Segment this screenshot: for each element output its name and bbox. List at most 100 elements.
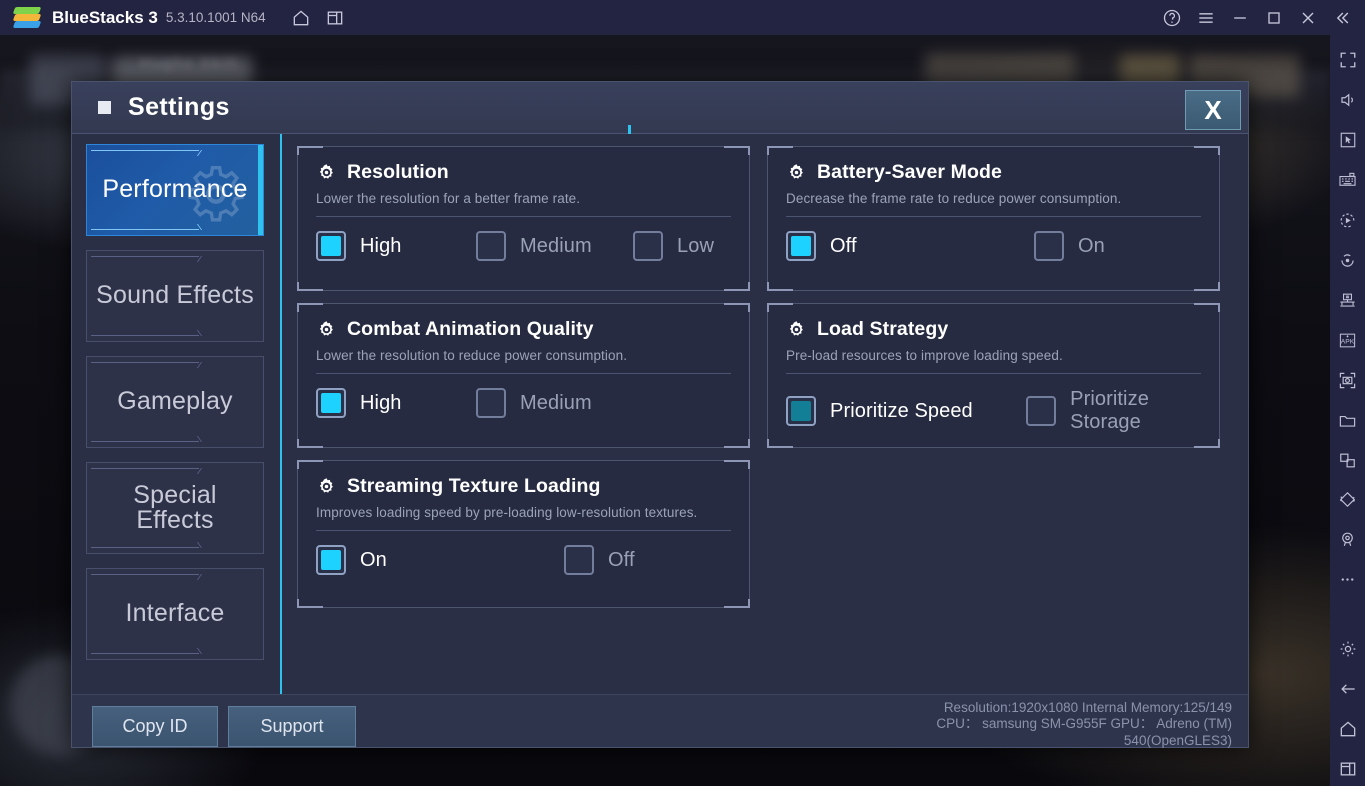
option-combat-animation-medium[interactable]: Medium <box>476 388 592 418</box>
option-label: On <box>1078 234 1105 257</box>
option-resolution-medium[interactable]: Medium <box>476 231 633 261</box>
sidebar-item-special-effects[interactable]: Special Effects <box>86 462 264 554</box>
panel-options: On Off <box>298 531 749 575</box>
sidebar-item-sound-effects[interactable]: Sound Effects <box>86 250 264 342</box>
corner-top-left <box>767 303 793 312</box>
gear-icon <box>319 321 333 336</box>
media-manager-icon[interactable] <box>1333 403 1363 438</box>
option-battery-saver-off[interactable]: Off <box>786 231 1034 261</box>
svg-text:APK: APK <box>1341 338 1355 345</box>
frame-top <box>91 256 199 257</box>
shake-icon[interactable] <box>1333 482 1363 517</box>
option-label: Medium <box>520 391 592 414</box>
back-icon[interactable] <box>1333 671 1363 706</box>
panel-header: Battery-Saver Mode <box>768 147 1219 184</box>
option-label: Prioritize Speed <box>830 399 973 422</box>
keymapping-icon[interactable] <box>1333 163 1363 198</box>
sidebar-divider <box>280 134 282 696</box>
multi-instance-manager-icon[interactable] <box>1333 283 1363 318</box>
panel-combat-animation-quality: Combat Animation Quality Lower the resol… <box>297 303 750 448</box>
panel-options: Off On <box>768 217 1219 261</box>
install-apk-icon[interactable]: APK <box>1333 323 1363 358</box>
fullscreen-icon[interactable] <box>1333 43 1363 78</box>
option-streaming-texture-off[interactable]: Off <box>564 545 635 575</box>
option-prioritize-storage[interactable]: Prioritize Storage <box>1026 388 1219 434</box>
right-toolbar: APK <box>1330 35 1365 786</box>
system-info: Resolution:1920x1080 Internal Memory:125… <box>812 700 1232 749</box>
checkbox-unchecked[interactable] <box>564 545 594 575</box>
close-icon[interactable] <box>1291 1 1325 35</box>
corner-top-right <box>1194 303 1220 312</box>
option-resolution-high[interactable]: High <box>316 231 476 261</box>
more-icon[interactable] <box>1333 562 1363 597</box>
corner-bottom-left <box>297 439 323 448</box>
corner-bottom-right <box>1194 439 1220 448</box>
support-button[interactable]: Support <box>228 706 356 747</box>
panel-title: Combat Animation Quality <box>347 318 594 340</box>
checkbox-unchecked[interactable] <box>476 231 506 261</box>
frame-bottom <box>91 653 199 654</box>
multi-instance-icon[interactable] <box>318 1 352 35</box>
frame-bottom <box>91 441 199 442</box>
recents-icon[interactable] <box>1333 751 1363 786</box>
dialog-title: Settings <box>128 93 230 121</box>
option-resolution-low[interactable]: Low <box>633 231 714 261</box>
checkbox-checked[interactable] <box>316 388 346 418</box>
menu-icon[interactable] <box>1189 1 1223 35</box>
checkbox-checked[interactable] <box>316 231 346 261</box>
sysinfo-line-2: CPU： samsung SM-G955F GPU： Adreno (TM) <box>936 716 1232 732</box>
option-label: Prioritize Storage <box>1070 388 1149 433</box>
option-combat-animation-high[interactable]: High <box>316 388 476 418</box>
panel-resolution: Resolution Lower the resolution for a be… <box>297 146 750 291</box>
frame-top <box>91 574 199 575</box>
panel-title: Battery-Saver Mode <box>817 161 1002 183</box>
panel-header: Load Strategy <box>768 304 1219 341</box>
panel-header: Streaming Texture Loading <box>298 461 749 498</box>
dialog-header: Settings X <box>72 82 1248 134</box>
minimize-icon[interactable] <box>1223 1 1257 35</box>
checkbox-unchecked[interactable] <box>1034 231 1064 261</box>
help-icon[interactable] <box>1155 1 1189 35</box>
checkbox-checked[interactable] <box>316 545 346 575</box>
sidebar-item-interface[interactable]: Interface <box>86 568 264 660</box>
dialog-close-button[interactable]: X <box>1185 90 1241 130</box>
settings-dialog: Settings X Performance Sound Effects Gam… <box>71 81 1249 748</box>
panel-options: Prioritize Speed Prioritize Storage <box>768 374 1219 434</box>
collapse-sidebar-icon[interactable] <box>1325 1 1359 35</box>
checkbox-checked[interactable] <box>786 231 816 261</box>
sidebar-item-gameplay[interactable]: Gameplay <box>86 356 264 448</box>
corner-bottom-left <box>767 439 793 448</box>
panel-description: Decrease the frame rate to reduce power … <box>786 191 1122 206</box>
frame-top <box>91 468 199 469</box>
copy-paste-icon[interactable] <box>1333 443 1363 478</box>
option-streaming-texture-on[interactable]: On <box>316 545 564 575</box>
location-icon[interactable] <box>1333 522 1363 557</box>
dialog-footer: Copy ID Support Resolution:1920x1080 Int… <box>72 694 1248 749</box>
option-prioritize-speed[interactable]: Prioritize Speed <box>786 396 1026 426</box>
checkbox-unchecked[interactable] <box>633 231 663 261</box>
settings-icon[interactable] <box>1333 631 1363 666</box>
checkbox-checked[interactable] <box>786 396 816 426</box>
home-icon[interactable] <box>284 1 318 35</box>
copy-id-button[interactable]: Copy ID <box>92 706 218 747</box>
checkbox-unchecked[interactable] <box>476 388 506 418</box>
option-battery-saver-on[interactable]: On <box>1034 231 1105 261</box>
panel-load-strategy: Load Strategy Pre-load resources to impr… <box>767 303 1220 448</box>
title-bullet-icon <box>98 101 111 114</box>
sysinfo-line-3: 540(OpenGLES3) <box>1123 732 1232 748</box>
maximize-icon[interactable] <box>1257 1 1291 35</box>
home-icon[interactable] <box>1333 711 1363 746</box>
titlebar-left-icons <box>284 1 352 35</box>
cursor-control-icon[interactable] <box>1333 123 1363 158</box>
macro-recorder-icon[interactable] <box>1333 203 1363 238</box>
screenshot-icon[interactable] <box>1333 363 1363 398</box>
titlebar-right-icons <box>1155 1 1359 35</box>
rotate-icon[interactable] <box>1333 243 1363 278</box>
checkbox-unchecked[interactable] <box>1026 396 1057 426</box>
sidebar-item-performance[interactable]: Performance <box>86 144 264 236</box>
panel-battery-saver-mode: Battery-Saver Mode Decrease the frame ra… <box>767 146 1220 291</box>
panel-description: Improves loading speed by pre-loading lo… <box>316 505 698 520</box>
volume-icon[interactable] <box>1333 83 1363 118</box>
frame-top <box>91 150 199 151</box>
frame-bottom <box>91 547 199 548</box>
